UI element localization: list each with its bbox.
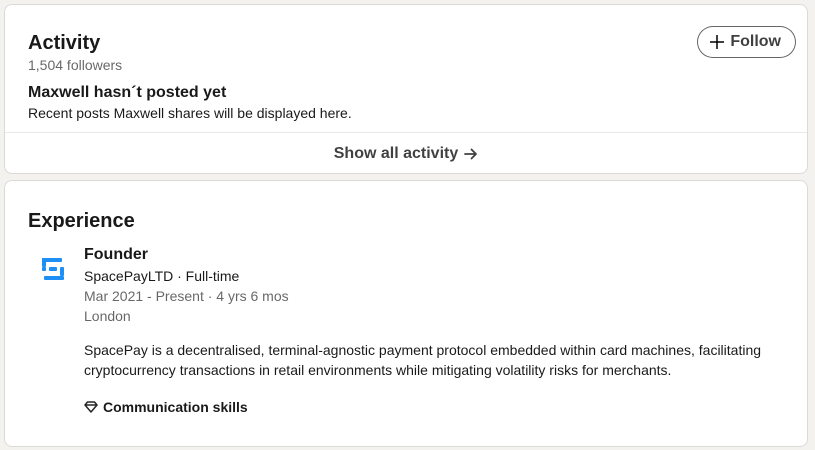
diamond-icon bbox=[84, 401, 98, 413]
follower-count: 1,504 followers bbox=[28, 57, 123, 73]
empty-activity-subtitle: Recent posts Maxwell shares will be disp… bbox=[28, 105, 352, 121]
location: London bbox=[84, 308, 131, 324]
role-title[interactable]: Founder bbox=[84, 245, 784, 265]
plus-icon bbox=[710, 35, 725, 49]
activity-title: Activity bbox=[28, 32, 101, 54]
follow-button-label: Follow bbox=[730, 33, 781, 50]
skill-item[interactable]: Communication skills bbox=[84, 399, 784, 415]
job-description: SpacePay is a decentralised, terminal-ag… bbox=[84, 342, 762, 378]
activity-header: Activity 1,504 followers bbox=[28, 30, 122, 74]
show-all-activity-label: Show all activity bbox=[333, 144, 459, 162]
experience-item: Founder SpacePayLTD · Full-time Mar 2021… bbox=[84, 245, 784, 415]
follow-button[interactable]: Follow bbox=[697, 26, 796, 58]
experience-title: Experience bbox=[28, 210, 135, 232]
show-all-activity-link[interactable]: Show all activity bbox=[5, 133, 807, 173]
spacepay-logo-icon[interactable] bbox=[37, 254, 69, 286]
empty-activity-title: Maxwell hasn´t posted yet bbox=[28, 84, 227, 101]
experience-card: Experience Founder SpacePayLTD · Full-ti… bbox=[4, 180, 808, 447]
activity-card: Activity 1,504 followers Follow Maxwell … bbox=[4, 4, 808, 174]
arrow-right-icon bbox=[464, 148, 478, 160]
empty-activity: Maxwell hasn´t posted yet Recent posts M… bbox=[28, 83, 352, 122]
skill-label: Communication skills bbox=[103, 399, 248, 415]
date-range: Mar 2021 - Present · 4 yrs 6 mos bbox=[84, 288, 289, 304]
company-name: SpacePayLTD · Full-time bbox=[84, 268, 240, 284]
